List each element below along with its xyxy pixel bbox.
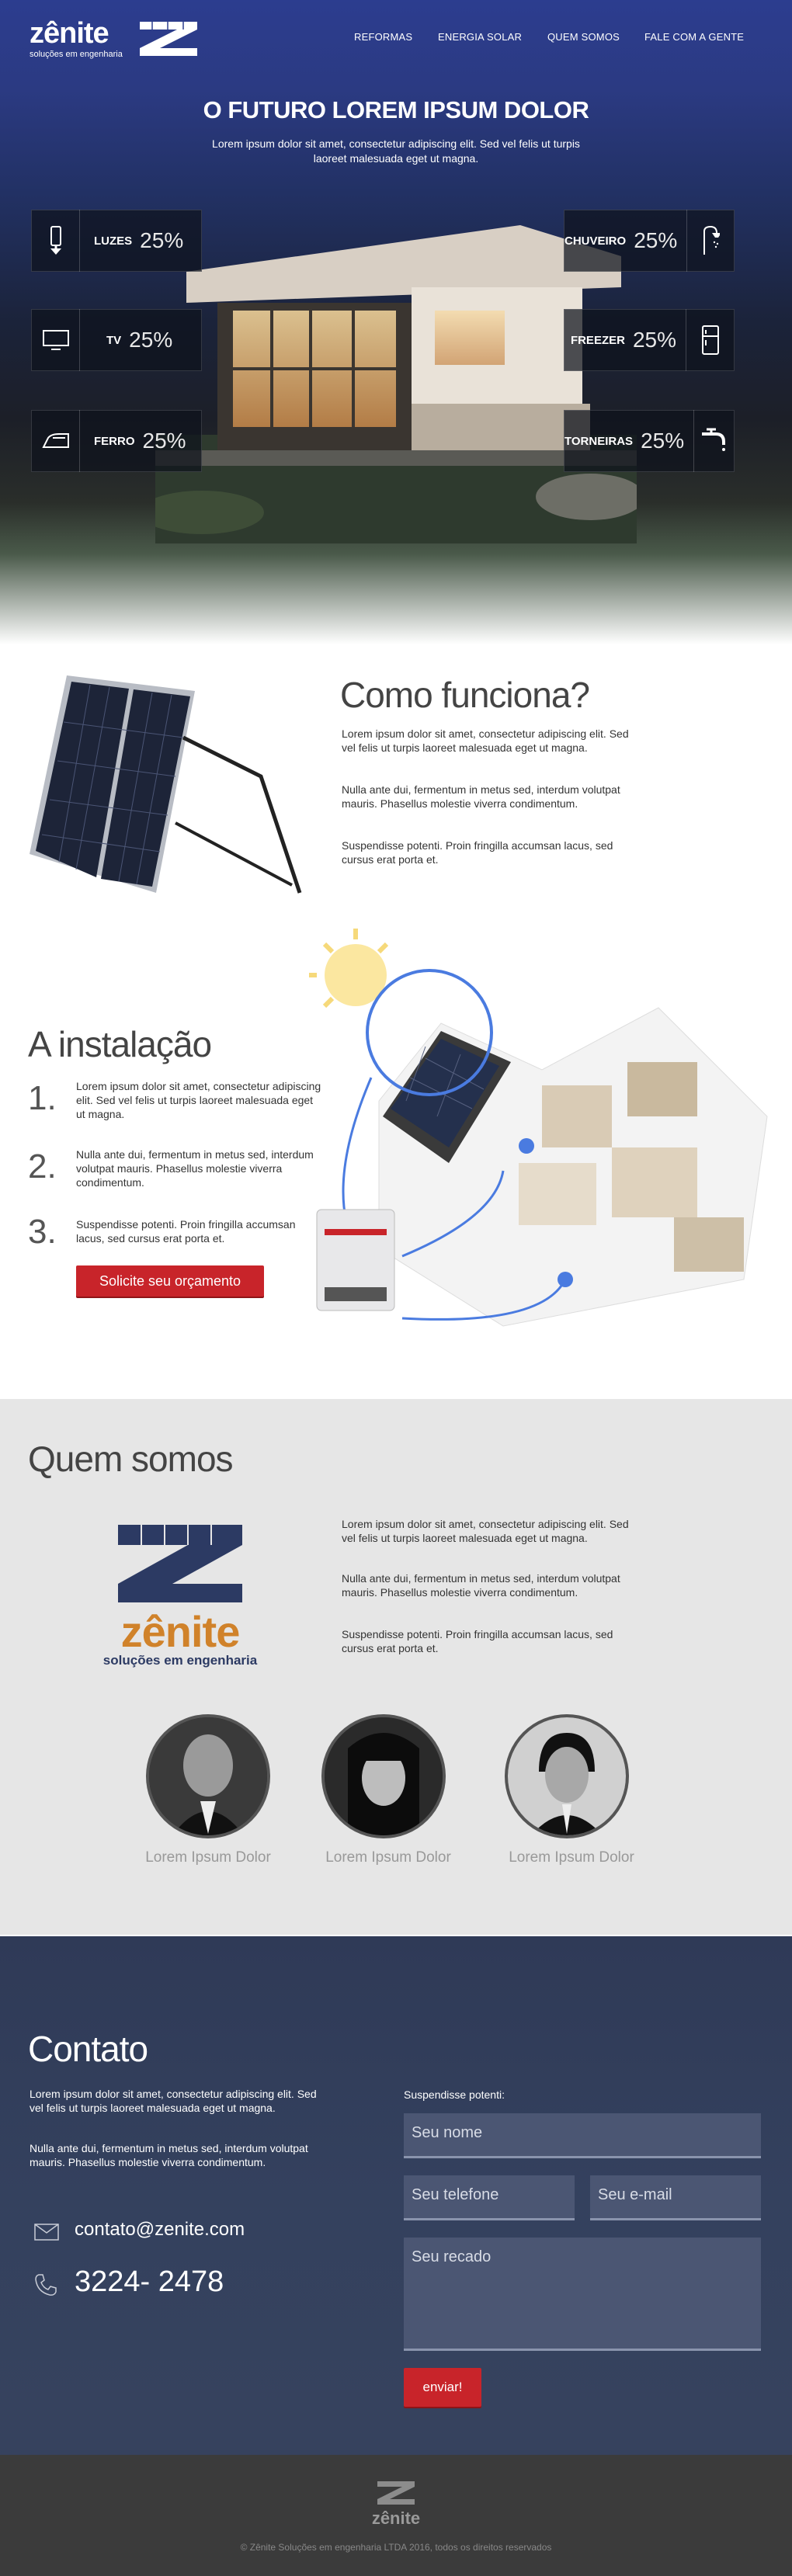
lightbulb-icon bbox=[32, 210, 80, 272]
request-quote-button[interactable]: Solicite seu orçamento bbox=[76, 1265, 264, 1297]
nav-quem-somos[interactable]: QUEM SOMOS bbox=[547, 31, 620, 43]
z-logo-icon bbox=[140, 22, 197, 56]
quem-paragraph-2: Nulla ante dui, fermentum in metus sed, … bbox=[342, 1572, 620, 1599]
stat-label: LUZES bbox=[94, 234, 133, 248]
stat-label: FREEZER bbox=[570, 333, 625, 347]
brand-name: zênite bbox=[30, 17, 109, 50]
step-text: Suspendisse potenti. Proin fringilla acc… bbox=[76, 1218, 296, 1245]
team-member-name: Lorem Ipsum Dolor bbox=[325, 1849, 451, 1866]
brand-logo[interactable]: zênite soluções em engenharia bbox=[30, 17, 197, 59]
stat-value: 25% bbox=[140, 228, 184, 252]
team-photo bbox=[146, 1714, 270, 1838]
como-title: Como funciona? bbox=[340, 675, 590, 715]
quem-paragraph-1: Lorem ipsum dolor sit amet, consectetur … bbox=[342, 1518, 629, 1544]
phone-icon bbox=[35, 2274, 57, 2296]
team-photo bbox=[505, 1714, 629, 1838]
contato-title: Contato bbox=[28, 2029, 148, 2069]
form-label: Suspendisse potenti: bbox=[404, 2088, 505, 2101]
iron-icon bbox=[32, 410, 80, 472]
contato-section: Contato Lorem ipsum dolor sit amet, cons… bbox=[0, 1936, 792, 2455]
solar-panel-image bbox=[30, 675, 302, 894]
como-paragraph-1: Lorem ipsum dolor sit amet, consectetur … bbox=[342, 727, 629, 754]
tv-icon bbox=[32, 309, 80, 371]
sun-icon bbox=[309, 929, 389, 1009]
stat-chuveiro: CHUVEIRO 25% bbox=[564, 210, 735, 272]
team-photo bbox=[321, 1714, 446, 1838]
hero-title: O FUTURO LOREM IPSUM DOLOR bbox=[203, 96, 589, 123]
email-field[interactable]: Seu e-mail bbox=[590, 2175, 761, 2220]
step-number: 2. bbox=[28, 1147, 57, 1186]
name-field[interactable]: Seu nome bbox=[404, 2113, 761, 2158]
stat-label: TORNEIRAS bbox=[564, 434, 634, 448]
copyright: © Zênite Soluções em engenharia LTDA 201… bbox=[240, 2542, 552, 2553]
stat-value: 25% bbox=[142, 429, 186, 453]
instalacao-title: A instalação bbox=[28, 1024, 212, 1064]
nav-energia-solar[interactable]: ENERGIA SOLAR bbox=[438, 31, 522, 43]
submit-button[interactable]: enviar! bbox=[404, 2368, 481, 2407]
stat-value: 25% bbox=[632, 328, 676, 352]
fridge-icon bbox=[686, 309, 734, 371]
nav-reformas[interactable]: REFORMAS bbox=[354, 31, 412, 43]
stat-value: 25% bbox=[129, 328, 173, 352]
company-logo-name: zênite bbox=[120, 1607, 241, 1656]
stat-value: 25% bbox=[634, 228, 678, 252]
company-logo: zênite soluções em engenharia bbox=[87, 1522, 273, 1669]
team-member-name: Lorem Ipsum Dolor bbox=[145, 1849, 271, 1866]
contact-phone: 3224- 2478 bbox=[75, 2265, 224, 2298]
step-number: 3. bbox=[28, 1213, 57, 1251]
envelope-icon bbox=[34, 2224, 59, 2241]
stat-torneiras: TORNEIRAS 25% bbox=[564, 410, 735, 472]
stat-luzes: LUZES 25% bbox=[31, 210, 202, 272]
nav-fale-com-a-gente[interactable]: FALE COM A GENTE bbox=[644, 31, 744, 43]
company-logo-tagline: soluções em engenharia bbox=[102, 1653, 258, 1668]
message-field[interactable]: Seu recado bbox=[404, 2238, 761, 2351]
quem-somos-section: Quem somos zênite soluções em engenharia… bbox=[0, 1399, 792, 1935]
footer: zênite © Zênite Soluções em engenharia L… bbox=[0, 2455, 792, 2576]
stat-tv: TV 25% bbox=[31, 309, 202, 371]
step-text: Lorem ipsum dolor sit amet, consectetur … bbox=[76, 1080, 321, 1120]
hero-section: zênite soluções em engenharia REFORMAS E… bbox=[0, 0, 792, 644]
quem-paragraph-3: Suspendisse potenti. Proin fringilla acc… bbox=[342, 1628, 613, 1654]
footer-brand-name: zênite bbox=[371, 2508, 421, 2528]
hero-subtitle: Lorem ipsum dolor sit amet, consectetur … bbox=[212, 137, 580, 165]
stat-label: CHUVEIRO bbox=[564, 234, 627, 248]
como-paragraph-3: Suspendisse potenti. Proin fringilla acc… bbox=[342, 839, 613, 866]
como-paragraph-2: Nulla ante dui, fermentum in metus sed, … bbox=[342, 783, 620, 810]
stat-freezer: FREEZER 25% bbox=[564, 309, 735, 371]
quem-title: Quem somos bbox=[28, 1439, 234, 1479]
step-number: 1. bbox=[28, 1079, 57, 1117]
z-logo-icon bbox=[377, 2481, 415, 2505]
z-logo-icon bbox=[118, 1525, 242, 1602]
contato-paragraph-2: Nulla ante dui, fermentum in metus sed, … bbox=[30, 2142, 308, 2168]
contact-email-link[interactable]: contato@zenite.com bbox=[75, 2219, 245, 2241]
stat-label: TV bbox=[106, 333, 122, 347]
faucet-icon bbox=[693, 410, 734, 472]
phone-field[interactable]: Seu telefone bbox=[404, 2175, 575, 2220]
step-text: Nulla ante dui, fermentum in metus sed, … bbox=[76, 1148, 314, 1189]
stat-label: FERRO bbox=[94, 434, 135, 448]
team-member-name: Lorem Ipsum Dolor bbox=[509, 1849, 634, 1866]
installation-illustration bbox=[309, 929, 768, 1327]
stat-value: 25% bbox=[641, 429, 685, 453]
brand-tagline: soluções em engenharia bbox=[30, 50, 123, 59]
footer-logo[interactable]: zênite bbox=[365, 2480, 427, 2527]
stat-ferro: FERRO 25% bbox=[31, 410, 202, 472]
shower-icon bbox=[686, 210, 734, 272]
contato-paragraph-1: Lorem ipsum dolor sit amet, consectetur … bbox=[30, 2088, 317, 2114]
